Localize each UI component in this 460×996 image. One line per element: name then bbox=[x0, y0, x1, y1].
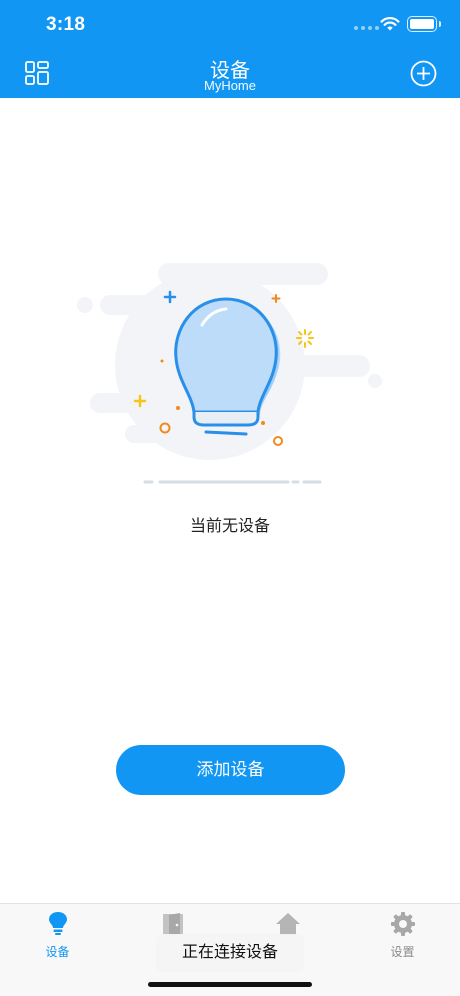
tab-devices[interactable]: 设备 bbox=[0, 904, 115, 974]
empty-bulb-illustration bbox=[77, 263, 382, 484]
cellular-signal-icon bbox=[354, 26, 379, 30]
battery-icon bbox=[407, 16, 441, 32]
gear-icon bbox=[391, 912, 415, 936]
status-time: 3:18 bbox=[46, 14, 86, 35]
add-circle-button[interactable] bbox=[410, 60, 437, 87]
app-header: 3:18 设备 MyHome bbox=[0, 0, 460, 98]
connecting-toast: 正在连接设备 bbox=[156, 934, 304, 972]
empty-state-message: 当前无设备 bbox=[189, 518, 270, 535]
add-device-button[interactable]: 添加设备 bbox=[116, 745, 345, 795]
tab-label: 设备 bbox=[45, 945, 70, 959]
home-name-subtitle: MyHome bbox=[203, 78, 256, 93]
bulb-icon bbox=[49, 912, 67, 935]
tab-label: 设置 bbox=[390, 945, 415, 959]
tab-settings[interactable]: 设置 bbox=[345, 904, 460, 974]
home-indicator bbox=[148, 982, 312, 987]
wifi-icon bbox=[380, 17, 400, 31]
